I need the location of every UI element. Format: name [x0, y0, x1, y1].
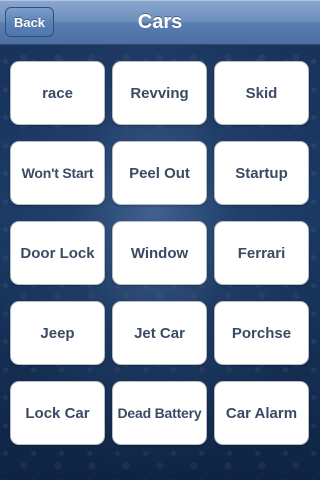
ferrari-button[interactable]: Ferrari — [214, 221, 309, 285]
revving-button[interactable]: Revving — [112, 61, 207, 125]
navigation-bar: Back Cars — [0, 0, 320, 45]
car-alarm-button[interactable]: Car Alarm — [214, 381, 309, 445]
back-button[interactable]: Back — [5, 7, 54, 37]
jeep-button[interactable]: Jeep — [10, 301, 105, 365]
dead-battery-button[interactable]: Dead Battery — [112, 381, 207, 445]
wont-start-button[interactable]: Won't Start — [10, 141, 105, 205]
window-button[interactable]: Window — [112, 221, 207, 285]
skid-button[interactable]: Skid — [214, 61, 309, 125]
race-button[interactable]: race — [10, 61, 105, 125]
porchse-button[interactable]: Porchse — [214, 301, 309, 365]
startup-button[interactable]: Startup — [214, 141, 309, 205]
peel-out-button[interactable]: Peel Out — [112, 141, 207, 205]
door-lock-button[interactable]: Door Lock — [10, 221, 105, 285]
sound-button-grid: race Revving Skid Won't Start Peel Out S… — [10, 61, 310, 445]
jet-car-button[interactable]: Jet Car — [112, 301, 207, 365]
lock-car-button[interactable]: Lock Car — [10, 381, 105, 445]
app-screen: Back Cars race Revving Skid Won't Start … — [0, 0, 320, 480]
